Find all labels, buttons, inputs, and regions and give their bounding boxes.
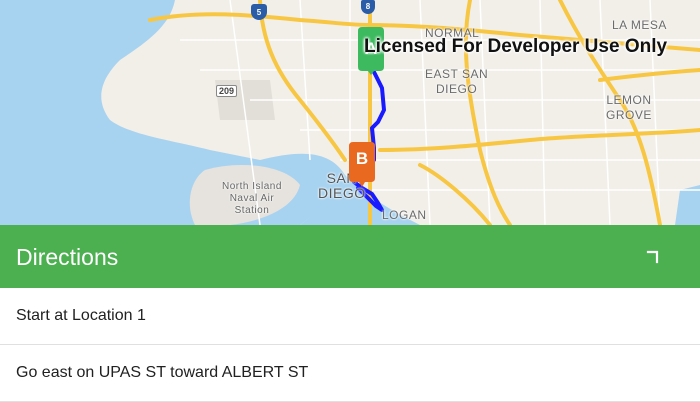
step-text: Go east on UPAS ST toward ALBERT ST (16, 364, 309, 381)
map-view[interactable]: 5 8 209 NORMAL LA MESA EAST SAN DIEGO LE… (0, 0, 700, 225)
route-209-shield-icon: 209 (216, 85, 238, 97)
end-marker-pin[interactable]: B (349, 142, 375, 187)
chevron-down-icon (646, 250, 659, 264)
directions-list: Start at Location 1 Go east on UPAS ST t… (0, 288, 700, 402)
directions-title: Directions (16, 244, 119, 270)
step-text: Start at Location 1 (16, 307, 146, 324)
interstate-8-shield-icon: 8 (361, 0, 375, 14)
list-item[interactable]: Start at Location 1 (0, 288, 700, 345)
license-watermark: Licensed For Developer Use Only (364, 36, 668, 57)
shield-label: 5 (256, 8, 262, 17)
interstate-5-shield-icon: 5 (251, 4, 267, 20)
directions-header: Directions (0, 225, 700, 288)
map-label-east-san-diego: EAST SAN DIEGO (425, 67, 489, 96)
collapse-button[interactable] (646, 249, 662, 265)
map-label-lemon-grove: LEMON GROVE (606, 93, 652, 122)
list-item[interactable]: Go east on UPAS ST toward ALBERT ST (0, 345, 700, 402)
map-label-north-island: North Island Naval Air Station (222, 181, 282, 216)
pin-label: B (355, 149, 369, 168)
map-label-logan: LOGAN (382, 208, 427, 222)
shield-label: 8 (365, 2, 371, 11)
shield-label: 209 (219, 86, 235, 96)
map-label-la-mesa: LA MESA (612, 18, 667, 32)
